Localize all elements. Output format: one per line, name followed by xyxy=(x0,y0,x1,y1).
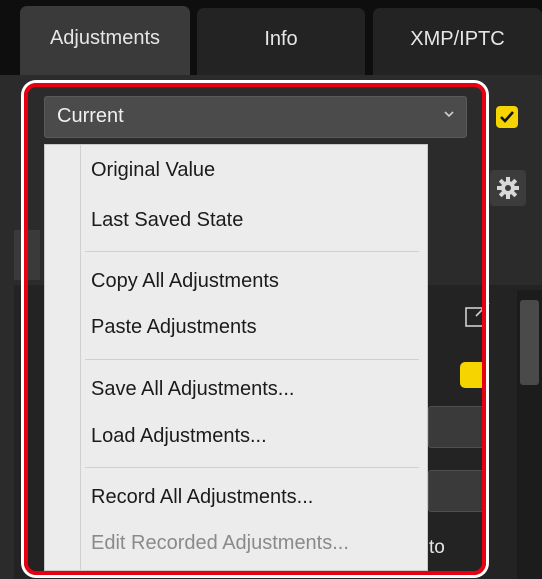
check-icon xyxy=(500,111,514,123)
gear-icon xyxy=(497,177,519,199)
tab-info[interactable]: Info xyxy=(197,8,365,75)
enable-checkbox[interactable] xyxy=(496,106,518,128)
tab-xmp-iptc[interactable]: XMP/IPTC xyxy=(373,8,542,75)
tab-adjustments[interactable]: Adjustments xyxy=(20,6,190,75)
tab-info-label: Info xyxy=(264,28,298,50)
tab-adjustments-label: Adjustments xyxy=(49,27,161,49)
settings-button[interactable] xyxy=(490,170,526,206)
callout-highlight xyxy=(24,83,486,575)
scrollbar-thumb[interactable] xyxy=(520,300,539,385)
tab-bar: Adjustments Info XMP/IPTC xyxy=(0,0,542,75)
tab-xmp-iptc-label: XMP/IPTC xyxy=(410,28,505,50)
